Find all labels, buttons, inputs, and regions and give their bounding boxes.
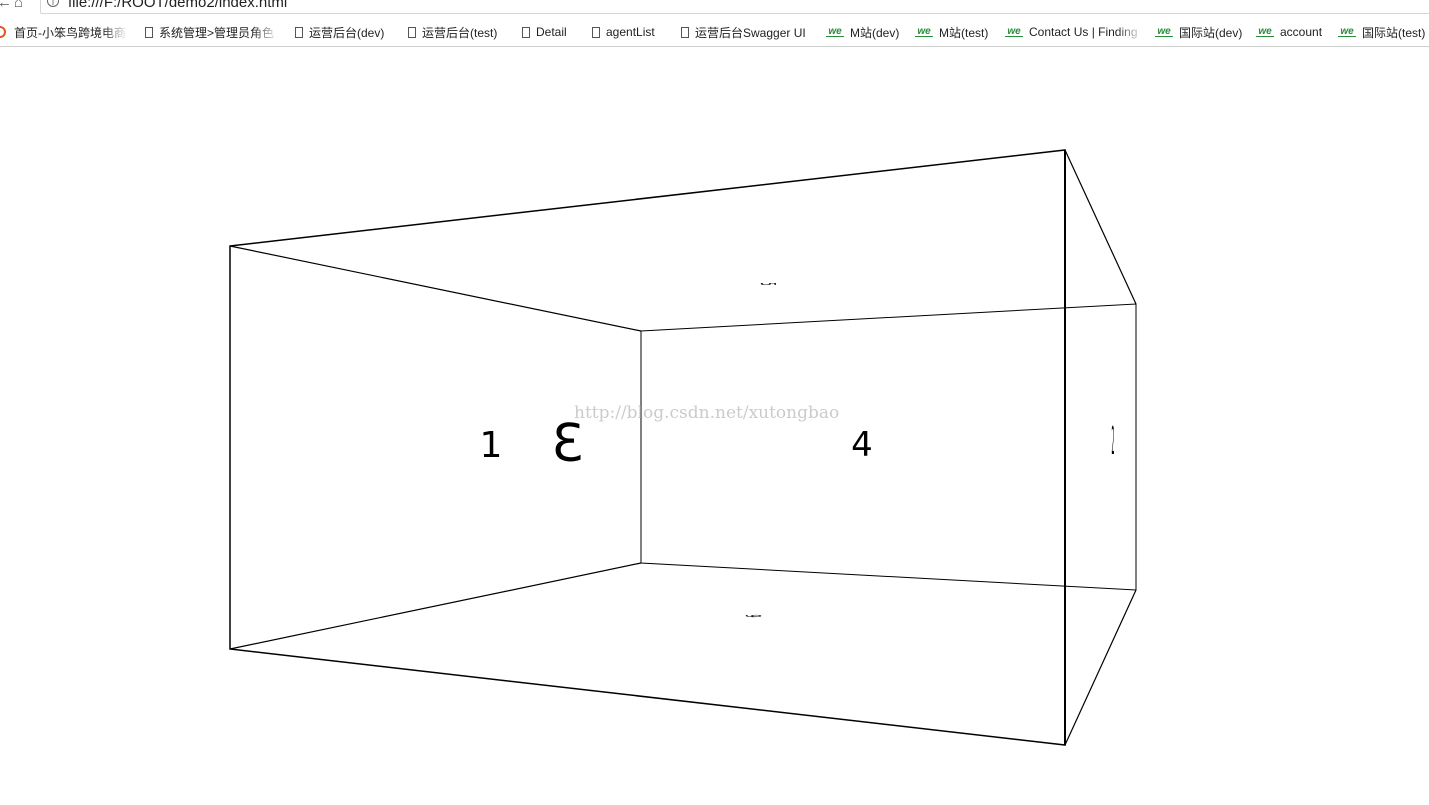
cube-edge [229, 562, 642, 650]
cube-edge [1064, 149, 1137, 305]
face-label-front: 4 [851, 425, 873, 465]
face-label-back-mirrored: 3 [551, 414, 584, 474]
cube-front-face [229, 149, 1066, 746]
watermark-text: http://blog.csdn.net/xutongbao [574, 403, 840, 423]
face-label-top: 5 [755, 283, 777, 286]
cube-back-face [640, 303, 1137, 591]
face-label-right: 2 [1112, 420, 1115, 464]
cube-edge [229, 245, 642, 332]
face-label-left: 1 [480, 425, 503, 466]
cube-edge [1064, 589, 1137, 746]
face-label-bottom: 6 [744, 615, 766, 618]
